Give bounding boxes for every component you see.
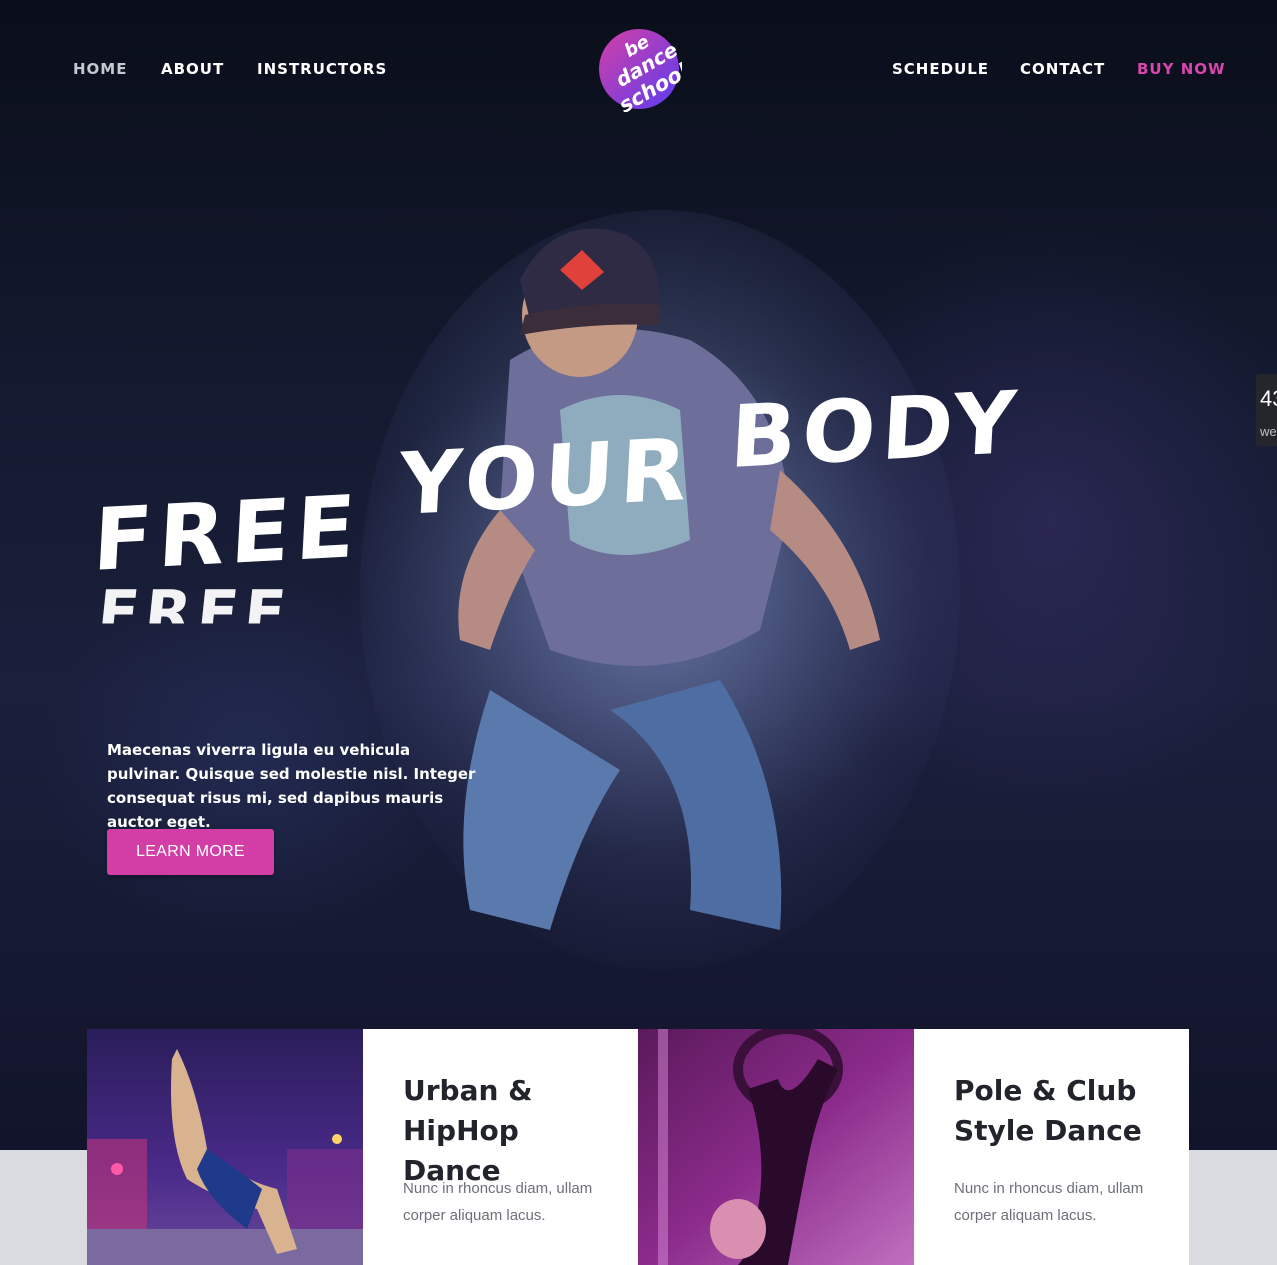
nav-home-link[interactable]: HOME	[73, 60, 127, 78]
side-widget[interactable]: 43 we	[1256, 374, 1277, 446]
headline-word-your: YOUR	[396, 419, 696, 536]
learn-more-button[interactable]: LEARN MORE	[107, 829, 274, 875]
hero-lead-text: Maecenas viverra ligula eu vehicula pulv…	[107, 741, 476, 831]
side-widget-number: 43	[1260, 386, 1277, 411]
nav-about-link[interactable]: ABOUT	[161, 60, 224, 78]
hero-headline-text: FREE YOUR BODY	[90, 373, 1025, 591]
pole-dance-image[interactable]	[638, 1029, 914, 1265]
hero-section: HOME ABOUT INSTRUCTORS SCHEDULE CONTACT …	[0, 0, 1277, 1150]
urban-dance-card[interactable]: Urban & HipHop Dance Nunc in rhoncus dia…	[363, 1029, 638, 1265]
nav-schedule-link[interactable]: SCHEDULE	[892, 60, 989, 78]
pole-dance-card[interactable]: Pole & Club Style Dance Nunc in rhoncus …	[914, 1029, 1189, 1265]
pole-dance-photo	[638, 1029, 914, 1265]
headline-word-body: BODY	[727, 372, 1025, 488]
card-title: Urban & HipHop Dance	[403, 1074, 533, 1187]
card-description: Nunc in rhoncus diam, ullam corper aliqu…	[403, 1180, 593, 1224]
urban-dance-photo	[87, 1029, 363, 1265]
nav-contact-link[interactable]: CONTACT	[1020, 60, 1105, 78]
card-description: Nunc in rhoncus diam, ullam corper aliqu…	[954, 1180, 1144, 1224]
hero-headline: FREE YOUR BODY FREE	[91, 373, 1196, 666]
urban-dance-image[interactable]	[87, 1029, 363, 1265]
nav-instructors-link[interactable]: INSTRUCTORS	[257, 60, 387, 78]
nav-buy-now-link[interactable]: BUY NOW	[1137, 60, 1226, 78]
dance-styles-cards: Urban & HipHop Dance Nunc in rhoncus dia…	[87, 1029, 1189, 1265]
site-logo[interactable]: be dance school	[596, 26, 682, 112]
side-widget-label: we	[1260, 424, 1277, 439]
card-title: Pole & Club Style Dance	[954, 1074, 1142, 1147]
headline-ghost-text: FREE	[94, 578, 295, 648]
headline-word-free: FREE	[90, 477, 364, 591]
